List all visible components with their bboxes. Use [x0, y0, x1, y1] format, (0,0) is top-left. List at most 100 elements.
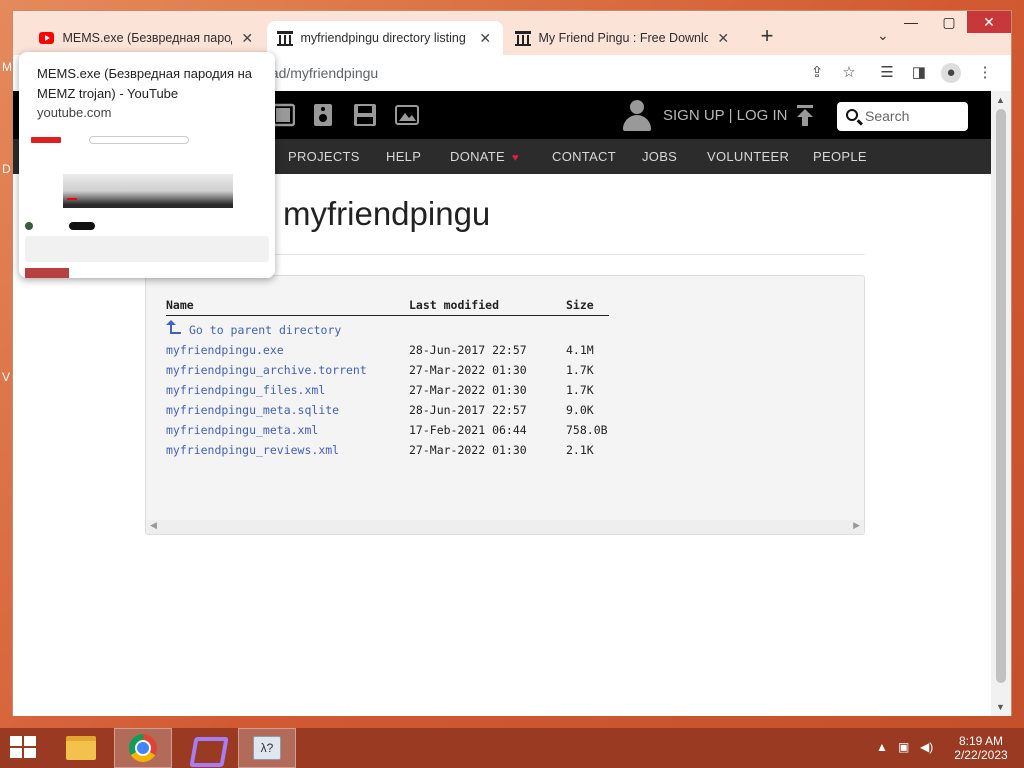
- lambda-app-icon: λ?: [253, 736, 281, 760]
- preview-subscribe-button: [69, 222, 95, 230]
- share-icon[interactable]: ⇪: [807, 63, 827, 83]
- volume-icon[interactable]: ◀): [920, 740, 933, 754]
- preview-description-box: [25, 236, 269, 262]
- taskbar: λ? ▲ ▣ ◀) 8:19 AM 2/22/2023: [0, 728, 1024, 768]
- menu-kebab-icon[interactable]: ⋮: [975, 63, 995, 83]
- bookmark-star-icon[interactable]: ☆: [839, 63, 859, 83]
- file-modified: 17-Feb-2021 06:44: [409, 423, 527, 437]
- tab-preview-thumbnail: [25, 132, 269, 278]
- archive-search-input[interactable]: Search: [837, 102, 968, 131]
- vertical-scrollbar[interactable]: ▲ ▼: [991, 91, 1011, 716]
- tab-my-friend-pingu[interactable]: My Friend Pingu : Free Download, Borrow …: [505, 21, 741, 55]
- file-link[interactable]: myfriendpingu.exe: [166, 343, 284, 357]
- tab-title: My Friend Pingu : Free Download, Borrow: [538, 31, 708, 45]
- preview-channel-avatar: [25, 222, 33, 230]
- clock-date: 2/22/2023: [954, 748, 1008, 762]
- taskbar-visual-studio[interactable]: [176, 728, 234, 768]
- nav-jobs[interactable]: JOBS: [642, 139, 677, 174]
- address-bar[interactable]: oad/myfriendpingu: [263, 60, 863, 86]
- file-link[interactable]: myfriendpingu_archive.torrent: [166, 363, 367, 377]
- profile-avatar-icon[interactable]: ●: [941, 63, 961, 83]
- file-link[interactable]: myfriendpingu_reviews.xml: [166, 443, 339, 457]
- file-link[interactable]: myfriendpingu_meta.xml: [166, 423, 318, 437]
- column-header-last-modified[interactable]: Last modified: [409, 298, 499, 312]
- nav-donate[interactable]: DONATE ♥: [450, 139, 519, 174]
- tab-hover-card: MEMS.exe (Безвредная пародия на MEMZ tro…: [19, 52, 275, 278]
- search-icon: [846, 109, 858, 121]
- file-link[interactable]: myfriendpingu_meta.sqlite: [166, 403, 339, 417]
- scroll-down-icon[interactable]: ▼: [996, 702, 1005, 712]
- file-size: 4.1M: [566, 343, 594, 357]
- taskbar-app-lambda[interactable]: λ?: [238, 728, 296, 768]
- heart-icon: ♥: [511, 152, 519, 164]
- taskbar-file-explorer[interactable]: [52, 728, 110, 768]
- tab-youtube[interactable]: MEMS.exe (Безвредная пародия на MEMZ tro…: [29, 21, 265, 55]
- parent-directory-icon[interactable]: [166, 320, 182, 336]
- internet-archive-icon: [277, 30, 294, 46]
- header-divider: [166, 315, 609, 316]
- column-header-size[interactable]: Size: [566, 298, 594, 312]
- preview-related-video: [25, 268, 69, 278]
- nav-contact[interactable]: CONTACT: [552, 139, 616, 174]
- taskbar-clock[interactable]: 8:19 AM 2/22/2023: [946, 734, 1016, 762]
- desktop-icon-label: V: [2, 370, 11, 384]
- tab-title: myfriendpingu directory listing: [300, 31, 466, 45]
- column-header-name[interactable]: Name: [166, 298, 194, 312]
- file-size: 9.0K: [566, 403, 594, 417]
- new-tab-button[interactable]: +: [756, 25, 778, 47]
- reading-list-icon[interactable]: ☰: [877, 63, 897, 83]
- internet-archive-icon: [515, 30, 532, 46]
- tab-strip: MEMS.exe (Безвредная пародия на MEMZ tro…: [13, 11, 1011, 55]
- parent-directory-link[interactable]: Go to parent directory: [189, 323, 341, 337]
- taskbar-chrome[interactable]: [114, 728, 172, 768]
- visual-studio-icon: [190, 733, 220, 763]
- sign-up-log-in-link[interactable]: SIGN UP | LOG IN: [663, 107, 787, 124]
- file-link[interactable]: myfriendpingu_files.xml: [166, 383, 325, 397]
- side-panel-icon[interactable]: ◨: [909, 63, 929, 83]
- user-icon[interactable]: [623, 100, 651, 132]
- windows-start-icon[interactable]: [10, 736, 38, 760]
- nav-volunteer[interactable]: VOLUNTEER: [707, 139, 789, 174]
- scroll-left-icon[interactable]: ◀: [150, 520, 157, 531]
- hover-card-title: MEMS.exe (Безвредная пародия на MEMZ tro…: [37, 66, 253, 101]
- close-tab-icon[interactable]: ✕: [240, 30, 255, 47]
- nav-projects[interactable]: PROJECTS: [288, 139, 360, 174]
- horizontal-scrollbar[interactable]: ◀ ▶: [146, 520, 864, 534]
- tab-title: MEMS.exe (Безвредная пародия на MEMZ tro…: [62, 31, 231, 45]
- file-modified: 27-Mar-2022 01:30: [409, 363, 527, 377]
- close-tab-icon[interactable]: ✕: [478, 30, 493, 47]
- network-icon[interactable]: ▣: [898, 740, 909, 754]
- file-size: 2.1K: [566, 443, 594, 457]
- desktop-icon-label: M: [2, 60, 12, 74]
- file-size: 1.7K: [566, 363, 594, 377]
- chrome-icon: [129, 734, 157, 762]
- scroll-right-icon[interactable]: ▶: [853, 520, 860, 531]
- nav-people[interactable]: PEOPLE: [813, 139, 867, 174]
- audio-icon[interactable]: [311, 103, 335, 127]
- show-hidden-icons-icon[interactable]: ▲: [876, 740, 888, 754]
- folder-icon: [66, 736, 96, 760]
- file-modified: 27-Mar-2022 01:30: [409, 383, 527, 397]
- scrollbar-thumb[interactable]: [996, 109, 1006, 683]
- clock-time: 8:19 AM: [958, 734, 1004, 748]
- nav-help[interactable]: HELP: [386, 139, 421, 174]
- upload-icon[interactable]: [795, 105, 815, 127]
- preview-video-player: [63, 174, 233, 208]
- file-modified: 27-Mar-2022 01:30: [409, 443, 527, 457]
- close-window-button[interactable]: ✕: [967, 11, 1011, 33]
- hover-card-domain: youtube.com: [37, 105, 112, 120]
- images-icon[interactable]: [395, 103, 419, 127]
- desktop-icon-label: D: [2, 162, 11, 176]
- close-tab-icon[interactable]: ✕: [716, 30, 731, 47]
- minimize-button[interactable]: —: [893, 11, 929, 33]
- youtube-logo: [31, 137, 61, 143]
- preview-search-bar: [89, 136, 189, 144]
- maximize-button[interactable]: ▢: [931, 11, 967, 33]
- software-icon[interactable]: [353, 103, 377, 127]
- youtube-icon: [39, 32, 55, 44]
- tab-directory-listing[interactable]: myfriendpingu directory listing ✕: [267, 21, 503, 55]
- tab-search-chevron-icon[interactable]: ⌄: [877, 27, 889, 44]
- page-title: myfriendpingu: [283, 195, 491, 232]
- nav-donate-label: DONATE: [450, 149, 506, 164]
- scroll-up-icon[interactable]: ▲: [996, 95, 1005, 105]
